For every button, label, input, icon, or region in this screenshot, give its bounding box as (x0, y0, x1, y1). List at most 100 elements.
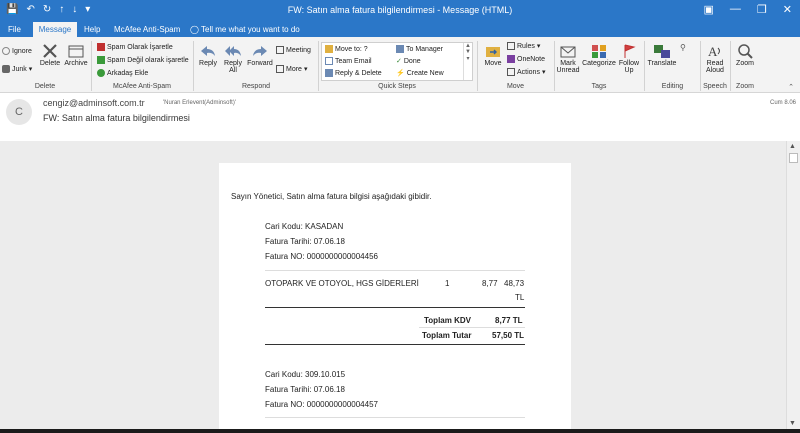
maximize-icon[interactable]: ❐ (757, 3, 767, 16)
rules-icon (507, 42, 515, 50)
avatar: C (6, 99, 32, 125)
more-respond-button[interactable]: More ▾ (276, 65, 307, 73)
onenote-icon (507, 55, 515, 63)
archive-icon (68, 45, 84, 58)
forward-icon (253, 46, 267, 56)
ribbon-tabs: File Message Help McAfee Anti-Spam ◯ Tel… (0, 21, 800, 37)
actions-button[interactable]: Actions ▾ (507, 68, 545, 76)
message-subject: FW: Satın alma fatura bilgilendirmesi (43, 113, 190, 123)
tab-mcafee[interactable]: McAfee Anti-Spam (114, 22, 184, 37)
window-title: FW: Satın alma fatura bilgilendirmesi - … (287, 5, 513, 15)
scroll-down-icon[interactable]: ▼ (789, 420, 796, 427)
invoice1-fatura-tarihi: Fatura Tarihi: 07.06.18 (265, 237, 345, 246)
translate-icon (654, 45, 670, 58)
group-label-move: Move (506, 83, 525, 90)
tab-message[interactable]: Message (33, 22, 77, 37)
quickstep-to-manager[interactable]: To Manager (396, 45, 443, 53)
taskbar-strip (0, 429, 800, 433)
spam-icon (97, 43, 105, 51)
reply-icon (201, 46, 215, 56)
ribbon: Ignore Junk ▾ Delete Archive Delete Spam … (0, 37, 800, 93)
group-label-respond: Respond (241, 83, 271, 90)
group-label-tags: Tags (591, 83, 607, 90)
quickstep-move-to[interactable]: Move to: ? (325, 45, 368, 53)
forward-button[interactable]: Forward (246, 43, 274, 67)
invoice1-cari-kodu: Cari Kodu: KASADAN (265, 222, 344, 231)
quickstep-done[interactable]: ✓ Done (396, 57, 421, 66)
tab-help[interactable]: Help (84, 22, 104, 37)
title-bar: 💾 ↶ ↻ ↑ ↓ ▾ FW: Satın alma fatura bilgil… (0, 0, 800, 21)
invoice2-fatura-tarihi: Fatura Tarihi: 07.06.18 (265, 385, 345, 394)
greeting-text: Sayın Yönetici, Satın alma fatura bilgis… (231, 192, 432, 201)
line-item-currency: TL (515, 293, 525, 302)
sender-address[interactable]: cengiz@adminsoft.com.tr (43, 98, 145, 108)
group-label-editing: Editing (661, 83, 684, 90)
line-item-description: OTOPARK VE OTOYOL, HGS GİDERLERİ (265, 279, 419, 288)
invoice2-fatura-no: Fatura NO: 0000000000004457 (265, 400, 378, 409)
zoom-button[interactable]: Zoom (733, 43, 757, 67)
mark-spam-button[interactable]: Spam Olarak İşaretle (97, 43, 173, 51)
total-kdv-value: 8,77 TL (495, 316, 523, 325)
reply-delete-icon (325, 69, 333, 77)
translate-button[interactable]: Translate (647, 43, 677, 67)
tell-me-box[interactable]: ◯ Tell me what you want to do (190, 22, 310, 37)
email-body: Sayın Yönetici, Satın alma fatura bilgis… (219, 163, 571, 429)
svg-text:A: A (708, 44, 718, 59)
rules-button[interactable]: Rules ▾ (507, 42, 540, 50)
close-icon[interactable]: ✕ (783, 3, 792, 16)
group-label-delete: Delete (34, 83, 56, 90)
recipient[interactable]: 'Nuran Erlevent(Adminsoft)' (163, 100, 236, 106)
lightning-icon: ⚡ (396, 70, 405, 77)
more-icon (276, 65, 284, 73)
categorize-button[interactable]: Categorize (582, 43, 616, 67)
add-friend-button[interactable]: Arkadaş Ekle (97, 69, 148, 77)
quickstep-reply-delete[interactable]: Reply & Delete (325, 69, 382, 77)
group-label-quicksteps: Quick Steps (378, 83, 416, 90)
group-label-mcafee: McAfee Anti-Spam (113, 83, 171, 90)
tab-file[interactable]: File (8, 22, 26, 37)
reply-all-icon (225, 46, 241, 56)
delete-button[interactable]: Delete (38, 43, 62, 67)
scrollbar-thumb[interactable] (789, 153, 798, 163)
junk-icon (2, 65, 10, 73)
quicksteps-scroll[interactable]: ▲ ▼ ▾ (463, 43, 472, 80)
quickstep-create-new[interactable]: ⚡ Create New (396, 69, 444, 78)
flag-icon (624, 44, 636, 58)
move-button[interactable]: Move (481, 43, 505, 67)
mark-not-spam-button[interactable]: Spam Değil olarak işaretle (97, 56, 189, 64)
total-amount-value: 57,50 TL (492, 331, 525, 340)
checkmark-icon: ✓ (396, 58, 402, 65)
junk-button[interactable]: Junk ▾ (2, 65, 32, 73)
ribbon-options-icon[interactable]: ▣ (704, 3, 714, 16)
reply-button[interactable]: Reply (197, 43, 219, 67)
folder-icon (325, 45, 333, 53)
onenote-button[interactable]: OneNote (507, 55, 545, 63)
message-header: cengiz@adminsoft.com.tr 'Nuran Erlevent(… (0, 93, 800, 141)
ignore-icon (2, 47, 10, 55)
total-kdv-label: Toplam KDV (424, 316, 471, 325)
vertical-scrollbar[interactable]: ▲ ▼ (786, 141, 800, 429)
actions-icon (507, 68, 515, 76)
group-label-zoom: Zoom (736, 83, 754, 90)
invoice2-cari-kodu: Cari Kodu: 309.10.015 (265, 370, 346, 379)
reply-all-button[interactable]: Reply All (221, 43, 245, 74)
search-icon[interactable]: ⚲ (680, 43, 686, 52)
archive-button[interactable]: Archive (63, 43, 89, 67)
collapse-ribbon-icon[interactable]: ⌃ (788, 83, 794, 91)
add-friend-icon (97, 69, 105, 77)
mark-unread-button[interactable]: Mark Unread (556, 43, 580, 74)
forward-small-icon (396, 45, 404, 53)
quickstep-team-email[interactable]: Team Email (325, 57, 372, 65)
line-item-price: 8,77 (482, 279, 498, 288)
meeting-button[interactable]: Meeting (276, 46, 311, 54)
scroll-up-icon[interactable]: ▲ (789, 143, 796, 150)
lightbulb-icon: ◯ (190, 25, 199, 34)
minimize-icon[interactable]: — (730, 3, 741, 16)
ignore-button[interactable]: Ignore (2, 47, 32, 55)
total-amount-label: Toplam Tutar (422, 331, 472, 340)
follow-up-button[interactable]: Follow Up (617, 43, 641, 74)
read-aloud-button[interactable]: A Read Aloud (703, 43, 727, 74)
line-item-qty: 1 (445, 279, 450, 288)
calendar-icon (276, 46, 284, 54)
invoice1-fatura-no: Fatura NO: 0000000000004456 (265, 252, 378, 261)
